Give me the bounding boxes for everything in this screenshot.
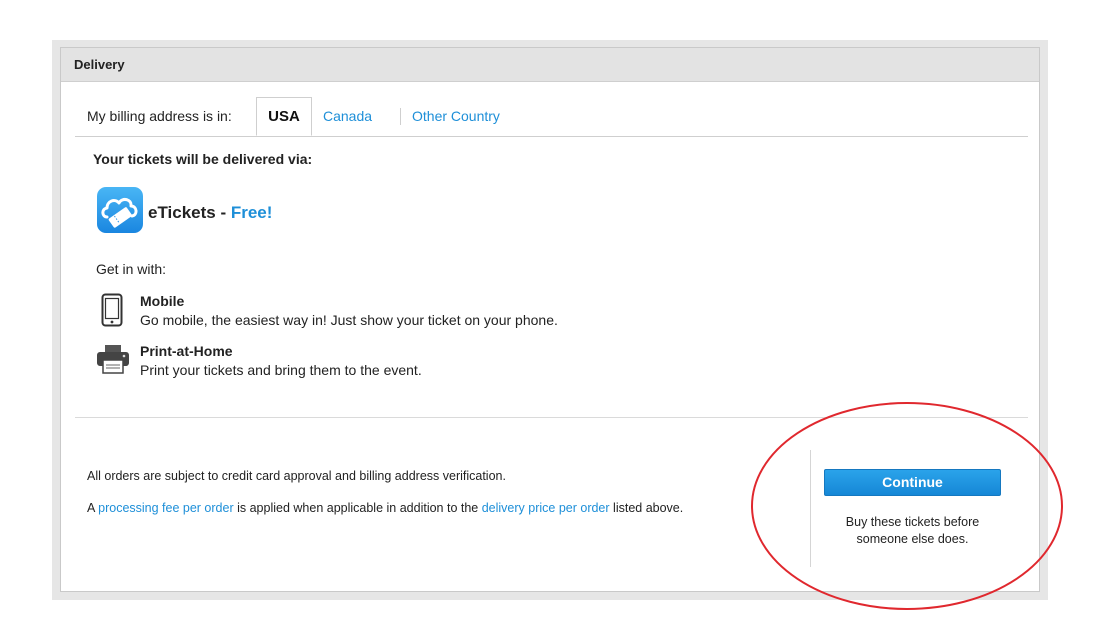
entry-option-description: Print your tickets and bring them to the…	[140, 362, 422, 378]
delivery-panel: Delivery My billing address is in: USA C…	[60, 47, 1040, 592]
eticket-cloud-icon	[97, 187, 143, 233]
processing-fee-link[interactable]: processing fee per order	[98, 501, 234, 515]
billing-label: My billing address is in:	[87, 108, 232, 124]
entry-option-title: Mobile	[140, 293, 185, 309]
vertical-divider	[810, 450, 811, 567]
tab-usa[interactable]: USA	[256, 97, 312, 136]
fee-note-suffix: listed above.	[609, 501, 684, 515]
delivery-method: eTickets - Free!	[148, 203, 272, 223]
entry-heading: Get in with:	[96, 261, 167, 277]
printer-icon	[96, 343, 130, 380]
entry-option-description: Go mobile, the easiest way in! Just show…	[140, 312, 558, 328]
continue-button[interactable]: Continue	[824, 469, 1001, 496]
panel-header: Delivery	[61, 48, 1039, 82]
tab-separator	[400, 108, 401, 125]
fee-note: A processing fee per order is applied wh…	[87, 499, 727, 517]
section-divider	[75, 417, 1028, 418]
tab-canada[interactable]: Canada	[323, 108, 372, 124]
fee-note-middle: is applied when applicable in addition t…	[233, 501, 482, 515]
delivery-method-name: eTickets -	[148, 203, 231, 222]
continue-hint: Buy these tickets before someone else do…	[845, 515, 980, 546]
tab-other-country[interactable]: Other Country	[412, 108, 500, 124]
delivery-method-price: Free!	[230, 203, 273, 222]
delivery-heading: Your tickets will be delivered via:	[93, 151, 313, 167]
approval-note: All orders are subject to credit card ap…	[87, 469, 506, 483]
fee-note-prefix: A	[87, 501, 99, 515]
billing-country-tabs: My billing address is in: USA Canada Oth…	[75, 97, 1028, 137]
entry-option-title: Print-at-Home	[140, 343, 233, 359]
delivery-price-link[interactable]: delivery price per order	[482, 501, 610, 515]
mobile-phone-icon	[101, 293, 123, 332]
